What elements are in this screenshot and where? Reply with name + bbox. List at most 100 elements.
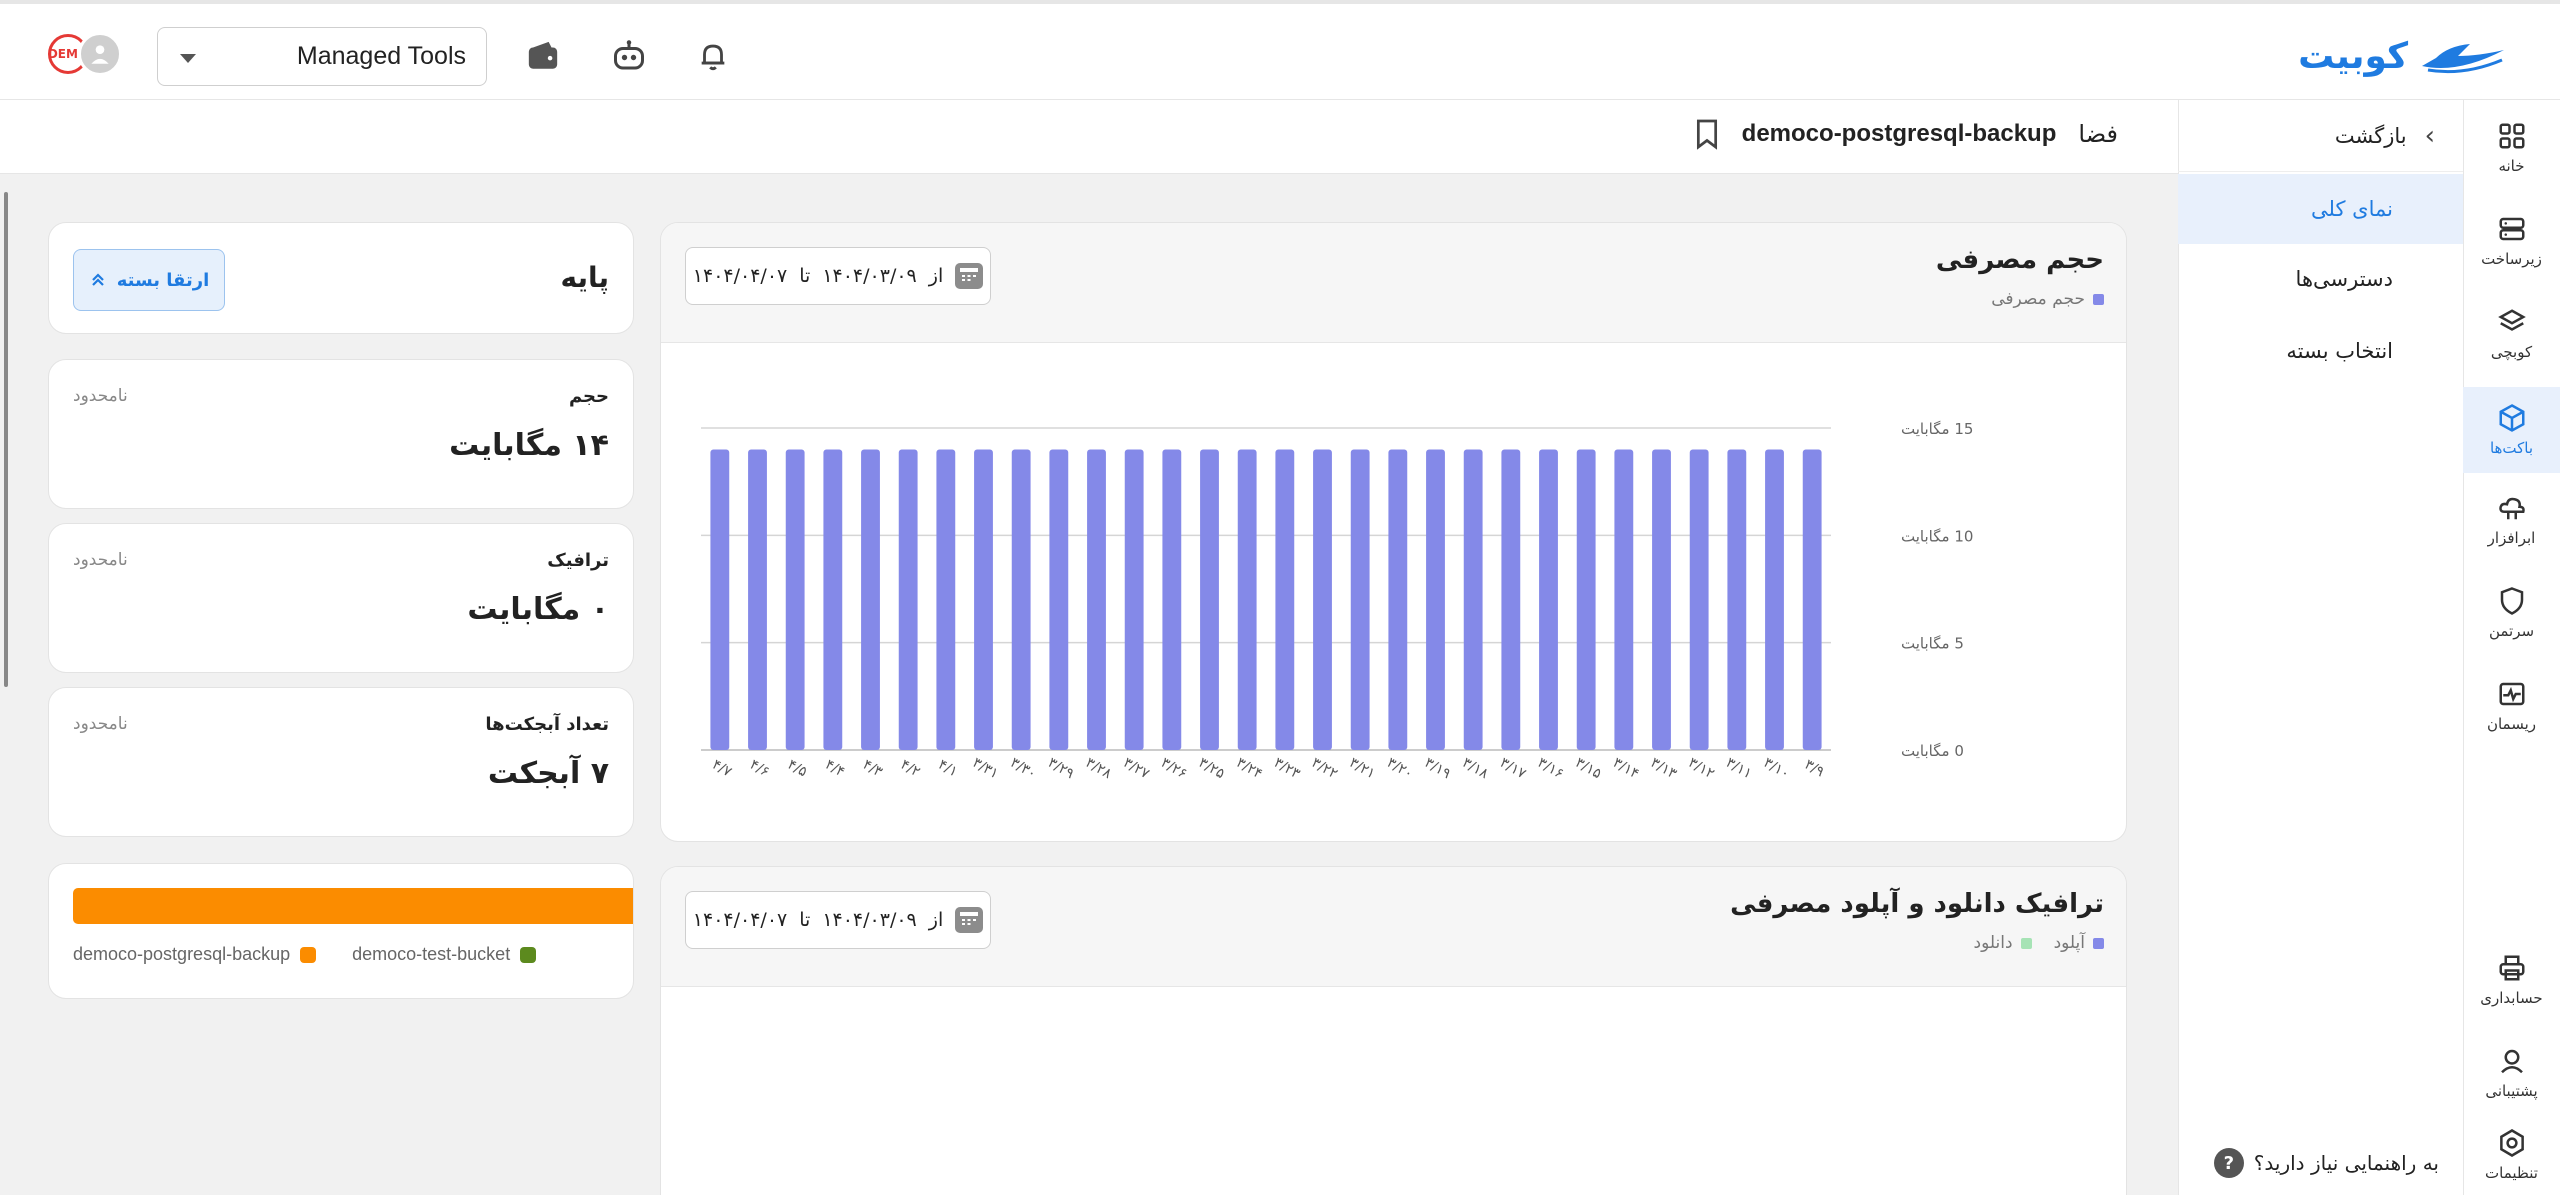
pulse-icon <box>2499 682 2524 706</box>
stat-value: ۱۴ مگابایت <box>449 428 609 463</box>
usage-chart-header: حجم مصرفی حجم مصرفی از ۱۴۰۴/۰۳/۰۹ تا ۱۴۰… <box>661 223 2126 343</box>
chart-bar <box>710 449 730 750</box>
rail-item-label: ابرافزار <box>2487 529 2536 547</box>
x-tick-label: ۳/۲۳ <box>1271 755 1303 783</box>
x-tick-label: ۳/۲۶ <box>1158 755 1190 782</box>
ai-assistant-button[interactable] <box>609 36 649 76</box>
help-link[interactable]: به راهنمایی نیاز دارید؟ ? <box>2213 1148 2439 1178</box>
rail-item-label: خانه <box>2498 157 2525 175</box>
legend-swatch <box>2020 937 2032 949</box>
content-scrollbar[interactable] <box>4 192 8 687</box>
wallet-button[interactable] <box>523 36 563 76</box>
subnav-item-overview[interactable]: نمای کلی <box>2178 174 2463 244</box>
grid-icon <box>2499 123 2524 149</box>
stat-limit: نامحدود <box>73 550 128 570</box>
chart-bar <box>1614 449 1634 750</box>
chart-bar <box>1275 449 1295 750</box>
stat-limit: نامحدود <box>73 714 128 734</box>
rail-item-sartaman[interactable]: سرتمن <box>2463 573 2560 653</box>
legend-label: democo-postgresql-backup <box>73 944 291 964</box>
usage-bar-chart: 0 مگابایت 5 مگابایت 10 مگابایت 15 مگابایت ۳/… <box>701 420 1973 783</box>
subnav-item-select-plan[interactable]: انتخاب بسته <box>2178 316 2463 386</box>
chart-bar <box>1727 449 1747 750</box>
chart-bar <box>1501 449 1521 750</box>
printer-icon <box>2499 955 2524 981</box>
x-tick-label: ۳/۱۸ <box>1459 755 1491 783</box>
legend-label: دانلود <box>1973 933 2013 953</box>
top-bar: کوبیت DEMO Managed Tools <box>0 0 2560 100</box>
legend-swatch <box>2093 937 2104 949</box>
chart-bar <box>748 449 767 750</box>
rail-item-label: ریسمان <box>2486 715 2537 733</box>
x-tick-label: ۴/۴ <box>822 757 847 781</box>
breadcrumb-prefix: فضا <box>2078 120 2118 148</box>
help-text: به راهنمایی نیاز دارید؟ <box>2253 1151 2439 1175</box>
chart-bar <box>1426 449 1445 750</box>
rail-item-settings[interactable]: تنظیمات <box>2463 1115 2560 1195</box>
settings-icon <box>2499 1129 2524 1157</box>
rail-item-accounting[interactable]: حسابداری <box>2463 940 2560 1020</box>
rail-item-buckets[interactable]: باکت‌ها <box>2463 387 2560 473</box>
traffic-date-range-picker[interactable]: از ۱۴۰۴/۰۳/۰۹ تا ۱۴۰۴/۰۴/۰۷ <box>685 891 991 949</box>
brand-logo[interactable]: کوبیت <box>2298 34 2508 78</box>
chart-bar <box>1539 449 1558 750</box>
date-to: ۱۴۰۴/۰۴/۰۷ <box>692 265 788 287</box>
legend-label: democo-test-bucket <box>352 944 511 964</box>
rail-item-cloud-software[interactable]: ابرافزار <box>2463 480 2560 560</box>
rail-item-label: باکت‌ها <box>2489 439 2534 457</box>
calendar-icon <box>955 263 984 289</box>
back-button[interactable]: › بازگشت <box>2178 100 2463 172</box>
main-nav-rail: خانه زیرساخت کوبچی باکت‌ها ابرافزار سرتم… <box>2463 100 2560 1195</box>
chart-bar <box>861 449 880 750</box>
x-tick-label: ۳/۳۱ <box>970 755 1002 782</box>
subnav-item-label: انتخاب بسته <box>2286 339 2393 363</box>
rail-item-home[interactable]: خانه <box>2463 108 2560 188</box>
rail-item-label: تنظیمات <box>2485 1164 2538 1182</box>
y-tick-label: 10 مگابایت <box>1901 527 1973 545</box>
y-tick-label: 5 مگابایت <box>1901 635 1964 653</box>
chart-bar <box>898 449 918 750</box>
x-tick-label: ۳/۲۵ <box>1196 755 1228 782</box>
x-tick-label: ۴/۱ <box>935 757 960 781</box>
upgrade-plan-button[interactable]: ارتقا بسته <box>73 249 225 311</box>
user-avatar[interactable] <box>78 32 122 76</box>
usage-chart-legend: حجم مصرفی <box>1991 289 2104 309</box>
back-label: بازگشت <box>2334 123 2407 148</box>
rail-item-infrastructure[interactable]: زیرساخت <box>2463 201 2560 281</box>
x-tick-label: ۳/۱۰ <box>1761 755 1793 782</box>
usage-date-range-picker[interactable]: از ۱۴۰۴/۰۳/۰۹ تا ۱۴۰۴/۰۴/۰۷ <box>685 247 991 305</box>
usage-chart-title: حجم مصرفی <box>1935 245 2104 275</box>
robot-icon <box>614 40 644 70</box>
legend-label: حجم مصرفی <box>1991 289 2085 309</box>
x-tick-label: ۴/۵ <box>785 757 810 781</box>
x-tick-label: ۴/۳ <box>860 757 886 781</box>
boat-logo-icon <box>2422 44 2504 74</box>
stat-value: ۷ آبجکت <box>487 756 609 791</box>
page-header: فضا democo-postgresql-backup <box>0 100 2178 174</box>
rail-item-risman[interactable]: ریسمان <box>2463 666 2560 746</box>
chart-bar <box>1124 449 1144 750</box>
box-icon <box>2499 404 2524 432</box>
rail-item-support[interactable]: پشتیبانی <box>2463 1033 2560 1113</box>
x-tick-label: ۳/۱۶ <box>1535 755 1567 782</box>
bookmark-icon[interactable] <box>1694 118 1720 150</box>
x-tick-label: ۳/۲۷ <box>1120 755 1152 783</box>
account-avatars[interactable]: DEMO <box>48 32 124 78</box>
chevron-down-icon <box>180 54 196 63</box>
subnav-item-label: نمای کلی <box>2311 197 2393 221</box>
legend-swatch <box>300 946 317 963</box>
upgrade-label: ارتقا بسته <box>116 269 210 291</box>
x-tick-label: ۳/۱۵ <box>1572 755 1604 782</box>
chart-bar <box>1011 449 1031 750</box>
subnav-item-access[interactable]: دسترسی‌ها <box>2178 244 2463 314</box>
chart-bar <box>1765 449 1784 750</box>
chart-bar <box>936 449 956 750</box>
x-tick-label: ۳/۱۴ <box>1610 755 1642 782</box>
rail-item-kubchi[interactable]: کوبچی <box>2463 294 2560 374</box>
notifications-button[interactable] <box>693 36 733 76</box>
plan-card: پایه ارتقا بسته <box>48 222 634 334</box>
chart-bar <box>1689 449 1709 750</box>
organization-select[interactable]: Managed Tools <box>157 27 487 86</box>
chart-bar <box>1388 449 1408 750</box>
chart-bar <box>1576 449 1596 750</box>
